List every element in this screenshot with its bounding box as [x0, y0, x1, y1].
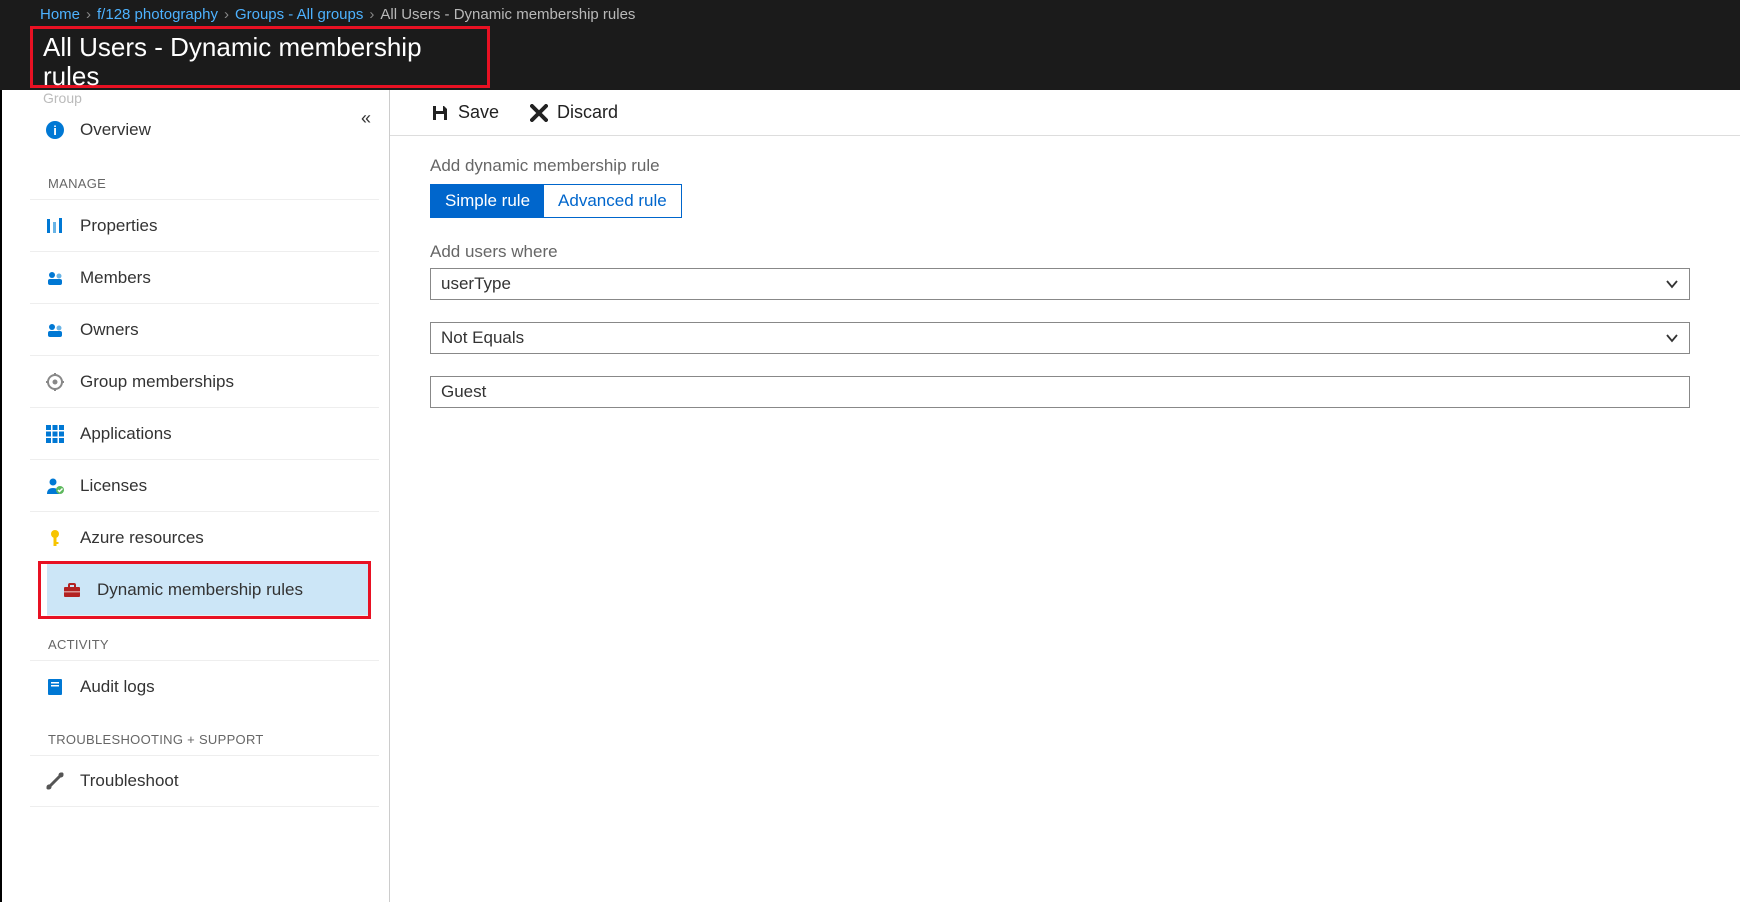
close-icon [529, 103, 549, 123]
chevron-right-icon: › [224, 6, 229, 23]
sidebar-item-dynamic-membership-rules[interactable]: Dynamic membership rules [47, 564, 368, 616]
sliders-icon [44, 215, 66, 237]
breadcrumb-home[interactable]: Home [40, 6, 80, 23]
sidebar-item-label: Dynamic membership rules [97, 580, 303, 600]
operator-dropdown[interactable]: Not Equals [430, 322, 1690, 354]
property-value: userType [441, 274, 511, 294]
sidebar: « i Overview MANAGE Properties Members O… [2, 90, 390, 902]
title-bar: All Users - Dynamic membership rules Gro… [0, 28, 1740, 90]
sidebar-item-label: Owners [80, 320, 139, 340]
breadcrumb-tenant[interactable]: f/128 photography [97, 6, 218, 23]
sidebar-item-label: Group memberships [80, 372, 234, 392]
sidebar-item-members[interactable]: Members [30, 251, 379, 303]
tab-simple-rule[interactable]: Simple rule [431, 185, 544, 217]
sidebar-item-audit-logs[interactable]: Audit logs [30, 660, 379, 712]
add-users-where-label: Add users where [430, 242, 1700, 262]
collapse-sidebar-button[interactable]: « [361, 108, 371, 129]
sidebar-item-label: Overview [80, 120, 151, 140]
sidebar-item-label: Applications [80, 424, 172, 444]
sidebar-item-label: Members [80, 268, 151, 288]
sidebar-item-azure-resources[interactable]: Azure resources [30, 511, 379, 563]
rule-type-tabs: Simple rule Advanced rule [430, 184, 682, 218]
sidebar-item-licenses[interactable]: Licenses [30, 459, 379, 511]
sidebar-item-applications[interactable]: Applications [30, 407, 379, 459]
grid-icon [44, 423, 66, 445]
people-icon [44, 267, 66, 289]
chevron-down-icon [1665, 331, 1679, 345]
sidebar-item-owners[interactable]: Owners [30, 303, 379, 355]
sidebar-item-label: Properties [80, 216, 157, 236]
chevron-down-icon [1665, 277, 1679, 291]
tab-advanced-rule[interactable]: Advanced rule [544, 185, 681, 217]
person-check-icon [44, 475, 66, 497]
wrench-icon [44, 770, 66, 792]
gear-icon [44, 371, 66, 393]
discard-button[interactable]: Discard [529, 102, 618, 123]
sidebar-item-label: Audit logs [80, 677, 155, 697]
operator-value: Not Equals [441, 328, 524, 348]
chevron-right-icon: › [369, 6, 374, 23]
svg-text:i: i [53, 123, 57, 138]
sidebar-item-label: Troubleshoot [80, 771, 179, 791]
rule-hint: Add dynamic membership rule [430, 156, 1700, 176]
breadcrumb-current: All Users - Dynamic membership rules [380, 6, 635, 23]
sidebar-item-overview[interactable]: i Overview [30, 104, 379, 156]
chevron-right-icon: › [86, 6, 91, 23]
value-input[interactable]: Guest [430, 376, 1690, 408]
book-icon [44, 676, 66, 698]
breadcrumb-groups[interactable]: Groups - All groups [235, 6, 363, 23]
sidebar-section-troubleshooting: TROUBLESHOOTING + SUPPORT [30, 712, 379, 755]
discard-label: Discard [557, 102, 618, 123]
sidebar-item-group-memberships[interactable]: Group memberships [30, 355, 379, 407]
value-text: Guest [441, 382, 486, 402]
sidebar-item-label: Azure resources [80, 528, 204, 548]
info-icon: i [44, 119, 66, 141]
main-content: Save Discard Add dynamic membership rule… [390, 90, 1740, 902]
breadcrumb: Home › f/128 photography › Groups - All … [0, 0, 1740, 28]
title-highlight: All Users - Dynamic membership rules Gro… [30, 26, 490, 88]
people-icon [44, 319, 66, 341]
sidebar-section-manage: MANAGE [30, 156, 379, 199]
property-dropdown[interactable]: userType [430, 268, 1690, 300]
briefcase-icon [61, 579, 83, 601]
page-title: All Users - Dynamic membership rules [43, 33, 477, 90]
sidebar-item-label: Licenses [80, 476, 147, 496]
key-icon [44, 527, 66, 549]
sidebar-item-properties[interactable]: Properties [30, 199, 379, 251]
sidebar-section-activity: ACTIVITY [30, 617, 379, 660]
sidebar-item-troubleshoot[interactable]: Troubleshoot [30, 755, 379, 807]
toolbar: Save Discard [390, 90, 1740, 136]
